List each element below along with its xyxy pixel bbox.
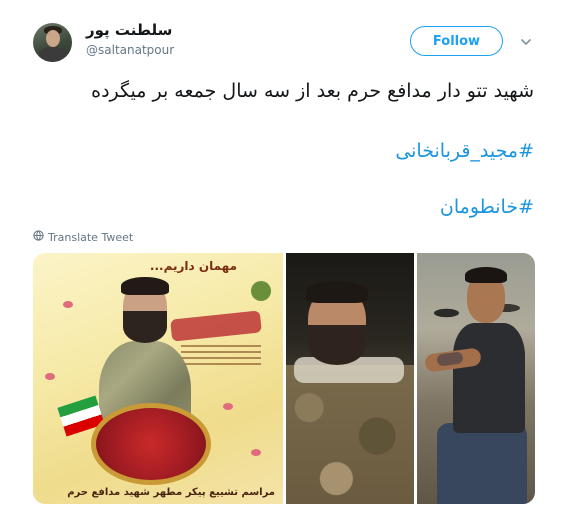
display-name[interactable]: سلطنت پور	[86, 21, 172, 39]
translate-tweet-link[interactable]: Translate Tweet	[33, 230, 133, 244]
media-image-soldier[interactable]	[286, 253, 414, 504]
avatar[interactable]	[33, 23, 72, 62]
hashtag-link[interactable]: #مجید_قربانخانی	[395, 140, 534, 162]
hashtag-link[interactable]: #خانطومان	[440, 196, 534, 218]
poster-text-lines	[181, 345, 261, 365]
camo-uniform	[286, 365, 414, 504]
tweet-media[interactable]: مهمان داریم... مراسم تشییع پیکر مطهر شهی…	[33, 253, 535, 504]
media-image-tattoo[interactable]	[417, 253, 535, 504]
translate-label: Translate Tweet	[48, 230, 134, 244]
man-hair	[465, 267, 507, 283]
emblem-icon	[251, 281, 271, 301]
avatar-face	[46, 30, 60, 47]
tweet-text: شهید تتو دار مدافع حرم بعد از سه سال جمع…	[91, 80, 534, 102]
soldier-beard	[308, 325, 366, 365]
petal-graphic	[223, 403, 233, 410]
follow-button[interactable]: Follow	[410, 26, 503, 56]
petal-graphic	[251, 449, 261, 456]
jeans-graphic	[437, 423, 527, 504]
user-handle[interactable]: @saltanatpour	[86, 43, 174, 57]
chevron-down-icon[interactable]	[519, 34, 533, 48]
media-image-poster[interactable]: مهمان داریم... مراسم تشییع پیکر مطهر شهی…	[33, 253, 283, 504]
poster-medallion	[91, 403, 211, 485]
poster-top-caption: مهمان داریم...	[149, 259, 237, 273]
soldier-hair	[306, 281, 368, 303]
poster-bottom-caption: مراسم تشییع پیکر مطهر شهید مدافع حرم	[67, 487, 275, 498]
portrait-hair	[121, 277, 169, 295]
avatar-body	[39, 47, 67, 62]
petal-graphic	[63, 301, 73, 308]
shirt-graphic	[453, 323, 525, 433]
globe-icon	[33, 230, 44, 244]
portrait-beard	[123, 311, 167, 343]
petal-graphic	[45, 373, 55, 380]
